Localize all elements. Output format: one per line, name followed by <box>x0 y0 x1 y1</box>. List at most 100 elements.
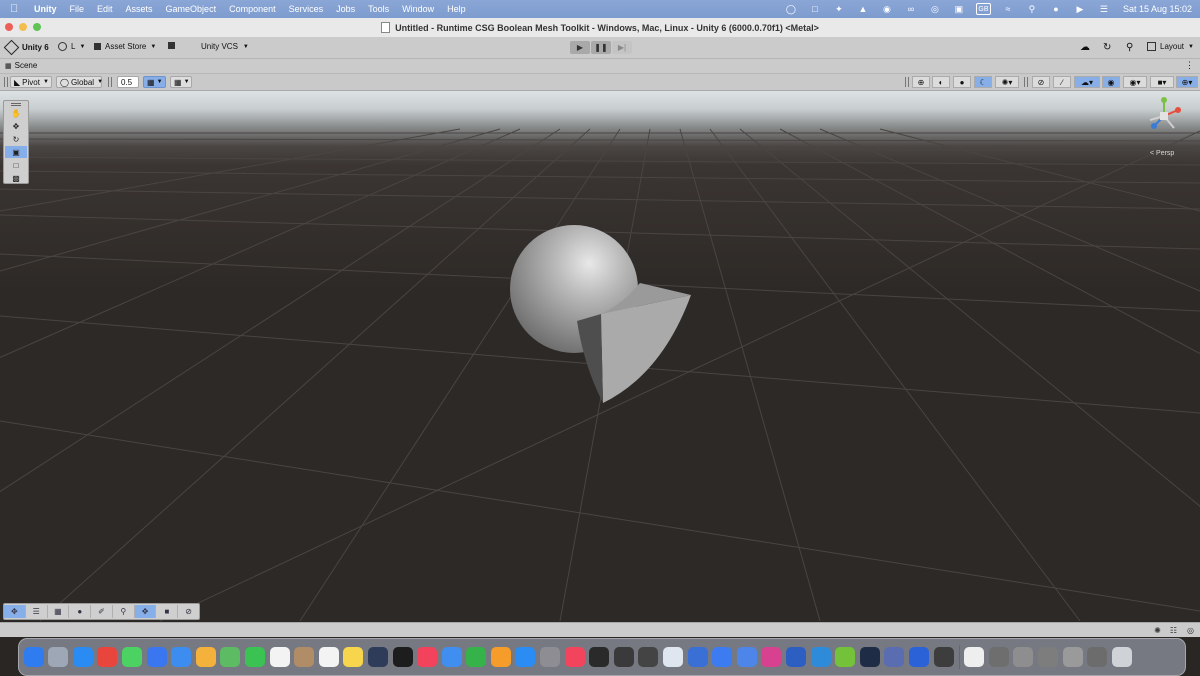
layout-dropdown[interactable]: Layout ▼ <box>1147 42 1194 51</box>
screen-mirror-icon[interactable]: □ <box>808 4 822 14</box>
siri-icon[interactable]: ● <box>1049 4 1063 14</box>
rect-tool-button[interactable]: □ <box>5 159 27 171</box>
terminal-icon[interactable] <box>589 647 610 667</box>
openai-icon[interactable] <box>638 647 659 667</box>
keynote-icon[interactable] <box>441 647 462 667</box>
system-settings-icon[interactable] <box>540 647 561 667</box>
search-button[interactable]: ⚲ <box>1126 42 1133 53</box>
csg-move-button[interactable]: ✥ <box>4 605 26 618</box>
screenshot-icon[interactable] <box>1087 647 1108 667</box>
tv-icon[interactable] <box>392 647 413 667</box>
global-dropdown[interactable]: ◯ Global ▼ <box>56 76 103 88</box>
screenshot-icon[interactable] <box>1013 647 1034 667</box>
lighting-toggle-button[interactable]: ∕ <box>1053 76 1071 88</box>
record-icon[interactable]: ◉ <box>880 4 894 14</box>
asset-store-button[interactable]: Asset Store ▼ <box>94 42 156 51</box>
maps-icon[interactable] <box>220 647 241 667</box>
unity-vcs-dropdown[interactable]: Unity VCS ▼ <box>201 42 249 51</box>
qbittorrent-icon[interactable] <box>810 647 831 667</box>
unity-hub-icon[interactable] <box>908 647 929 667</box>
csg-pan-button[interactable]: ✥ <box>134 605 157 618</box>
overlay-grip[interactable] <box>5 102 27 106</box>
transform-tool-button[interactable]: ▩ <box>5 172 27 184</box>
hand-tool-button[interactable]: ✋ <box>5 107 27 119</box>
unity-account-button[interactable]: Unity 6 <box>3 39 49 56</box>
screenshot-icon[interactable] <box>1062 647 1083 667</box>
apple-icon[interactable]:  <box>10 3 24 15</box>
wireframe-shading-button[interactable]: ⊕ <box>912 76 930 88</box>
scene-visibility-button[interactable]: ◉ <box>1102 76 1120 88</box>
spark-icon[interactable] <box>712 647 733 667</box>
tablet-icon[interactable] <box>786 647 806 667</box>
menu-jobs[interactable]: Jobs <box>336 4 355 14</box>
minimize-window-button[interactable] <box>19 23 27 31</box>
zoom-icon[interactable]: ◯ <box>784 4 798 14</box>
freeform-icon[interactable] <box>367 647 388 667</box>
snap-increment-field[interactable]: 0.5 <box>117 76 139 88</box>
shaded-wireframe-button[interactable]: ◐ <box>932 76 950 88</box>
contacts-icon[interactable] <box>294 647 315 667</box>
menu-edit[interactable]: Edit <box>97 4 113 14</box>
csg-paint-button[interactable]: ✐ <box>91 605 113 618</box>
pause-button[interactable]: ❚❚ <box>591 41 611 54</box>
wifi-icon[interactable]: ≈ <box>1001 4 1015 14</box>
cloud-button[interactable]: ☁ <box>1080 42 1090 53</box>
finder-icon[interactable] <box>23 647 44 667</box>
pen-icon[interactable]: ▲ <box>856 4 870 14</box>
chrome-icon[interactable] <box>97 647 118 667</box>
close-window-button[interactable] <box>5 23 13 31</box>
play-button[interactable]: ▶ <box>570 41 590 54</box>
lit-shading-button[interactable]: ☾ <box>974 76 992 88</box>
menu-services[interactable]: Services <box>289 4 324 14</box>
csg-hierarchy-button[interactable]: ☰ <box>26 605 48 618</box>
move-tool-button[interactable]: ✥ <box>5 120 27 132</box>
music-icon[interactable] <box>417 647 438 667</box>
shortcuts-icon[interactable] <box>761 647 782 667</box>
package-button[interactable] <box>168 42 175 49</box>
search-icon[interactable]: ⚲ <box>1025 4 1039 14</box>
menu-file[interactable]: File <box>70 4 85 14</box>
menu-help[interactable]: Help <box>447 4 466 14</box>
scene-viewport[interactable]: < Persp <box>0 91 1200 621</box>
csg-search-button[interactable]: ⚲ <box>113 605 135 618</box>
trash-icon[interactable] <box>1111 647 1132 667</box>
history-button[interactable]: ↻ <box>1103 42 1111 53</box>
csg-compass-button[interactable]: ⊘ <box>178 605 199 618</box>
app-store-icon[interactable] <box>515 647 536 667</box>
keyboard-input-badge[interactable]: GB <box>975 3 991 15</box>
menu-component[interactable]: Component <box>229 4 276 14</box>
camera-settings-dropdown[interactable]: ■▾ <box>1150 76 1174 88</box>
hidden-objects-dropdown[interactable]: ◉▾ <box>1123 76 1147 88</box>
csg-camera-button[interactable]: ■ <box>156 605 179 618</box>
stats-icon[interactable]: ☷ <box>1168 625 1179 635</box>
messages-icon[interactable] <box>121 647 142 667</box>
rotate-tool-button[interactable]: ↻ <box>5 133 27 145</box>
grid-visibility-dropdown[interactable]: ▦ ▼ <box>170 76 192 88</box>
toggle-2d-button[interactable]: ⊘ <box>1032 76 1050 88</box>
sparkle-icon[interactable]: ✦ <box>832 4 846 14</box>
numbers-icon[interactable] <box>466 647 487 667</box>
menu-assets[interactable]: Assets <box>126 4 153 14</box>
play-icon[interactable]: ▶ <box>1073 4 1087 14</box>
csg-sphere-button[interactable]: ● <box>69 605 92 618</box>
launchpad-icon[interactable] <box>48 647 69 667</box>
scale-tool-button[interactable]: ▣ <box>5 146 27 158</box>
chatgpt-icon[interactable] <box>613 647 634 667</box>
unity-icon[interactable] <box>933 647 954 667</box>
menu-gameobject[interactable]: GameObject <box>166 4 217 14</box>
news-icon[interactable] <box>564 647 585 667</box>
creative-cloud-icon[interactable]: ∞ <box>904 4 918 14</box>
menubar-clock[interactable]: Sat 15 Aug 15:02 <box>1123 4 1192 14</box>
menu-tools[interactable]: Tools <box>368 4 389 14</box>
display-icon[interactable]: ▣ <box>952 4 966 14</box>
screenshot-icon[interactable] <box>1037 647 1058 667</box>
shaded-button[interactable]: ● <box>953 76 971 88</box>
safari-icon[interactable] <box>72 647 93 667</box>
xcode-icon[interactable] <box>687 647 708 667</box>
preview-icon[interactable] <box>736 647 757 667</box>
photos-icon[interactable] <box>195 647 216 667</box>
signal-icon[interactable] <box>146 647 167 667</box>
scene-orientation-gizmo[interactable] <box>1144 96 1184 138</box>
testflight-icon[interactable] <box>663 647 684 667</box>
step-button[interactable]: ▶| <box>612 41 632 54</box>
